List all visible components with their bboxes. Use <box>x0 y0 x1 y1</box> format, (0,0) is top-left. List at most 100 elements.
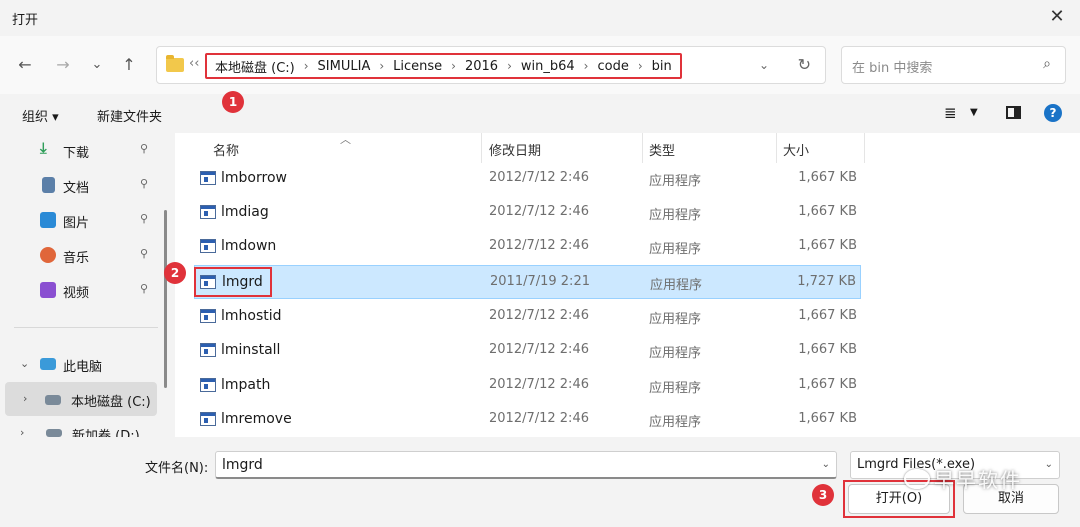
view-dropdown-icon[interactable]: ▼ <box>970 107 978 118</box>
file-date: 2012/7/12 2:46 <box>489 308 589 323</box>
table-row[interactable]: lmhostid 2012/7/12 2:46 应用程序 1,667 KB <box>194 299 861 333</box>
breadcrumb-item-c-drive[interactable]: 本地磁盘 (C:) <box>211 57 299 76</box>
application-icon <box>200 309 216 323</box>
up-arrow-icon[interactable]: ↑ <box>118 54 140 76</box>
help-icon[interactable]: ? <box>1044 104 1062 122</box>
file-name: lmdown <box>221 238 277 254</box>
breadcrumb-separator-icon[interactable]: › <box>446 59 461 73</box>
address-bar[interactable]: ‹‹ 本地磁盘 (C:) › SIMULIA › License › 2016 … <box>156 46 826 84</box>
expand-chevron-icon[interactable]: ⌄ <box>20 357 29 370</box>
column-header-type[interactable]: 类型 <box>649 133 777 163</box>
breadcrumb-item-code[interactable]: code <box>593 59 632 74</box>
file-date: 2012/7/12 2:46 <box>489 170 589 185</box>
table-row[interactable]: lmborrow 2012/7/12 2:46 应用程序 1,667 KB <box>194 161 861 195</box>
expand-chevron-icon[interactable]: › <box>20 426 24 437</box>
table-row[interactable]: lmdiag 2012/7/12 2:46 应用程序 1,667 KB <box>194 195 861 229</box>
download-icon: ⤓ <box>40 139 47 157</box>
breadcrumb-item-simulia[interactable]: SIMULIA <box>314 59 375 74</box>
pin-icon[interactable]: ⚲ <box>140 282 148 295</box>
file-type: 应用程序 <box>649 174 702 189</box>
watermark: 早早软件 <box>934 468 1022 492</box>
file-list: ︿ 名称 修改日期 类型 大小 lmborrow 2012/7/12 2:46 … <box>175 133 1080 437</box>
column-header-modified[interactable]: 修改日期 <box>489 133 643 163</box>
file-date: 2012/7/12 2:46 <box>489 238 589 253</box>
breadcrumb-separator-icon[interactable]: › <box>374 59 389 73</box>
file-type: 应用程序 <box>649 346 702 361</box>
address-dropdown-chevron-icon[interactable]: ⌄ <box>759 58 769 72</box>
pin-icon[interactable]: ⚲ <box>140 142 148 155</box>
pin-icon[interactable]: ⚲ <box>140 212 148 225</box>
drive-icon <box>45 395 61 405</box>
sidebar-item-label: 文档 <box>63 181 90 196</box>
file-size: 1,667 KB <box>798 238 857 253</box>
search-input[interactable]: 在 bin 中搜索 <box>852 57 932 76</box>
sidebar-scrollbar[interactable] <box>164 210 167 388</box>
overflow-chevron-icon[interactable]: ‹‹ <box>189 56 199 71</box>
step-badge-2: 2 <box>164 262 186 284</box>
breadcrumb-separator-icon[interactable]: › <box>579 59 594 73</box>
filename-label: 文件名(N): <box>145 461 209 476</box>
breadcrumb-item-bin[interactable]: bin <box>648 59 676 74</box>
toolbar: 组织 ▾ 新建文件夹 ≣ ▼ ? <box>0 96 1080 132</box>
filter-dropdown-icon[interactable]: ⌄ <box>1045 459 1053 470</box>
address-row: ← → ⌄ ↑ ‹‹ 本地磁盘 (C:) › SIMULIA › License… <box>0 36 1080 94</box>
highlight-box-selected-file <box>194 267 272 297</box>
file-type: 应用程序 <box>650 278 703 293</box>
sidebar-divider <box>14 327 158 328</box>
filename-value[interactable]: lmgrd <box>222 457 263 473</box>
column-header-size[interactable]: 大小 <box>783 133 865 163</box>
refresh-icon[interactable]: ↻ <box>798 55 811 74</box>
sidebar-item-label: 此电脑 <box>63 360 103 375</box>
back-arrow-icon[interactable]: ← <box>14 54 36 76</box>
column-header-name[interactable]: 名称 <box>213 133 482 163</box>
breadcrumb-item-license[interactable]: License <box>389 59 446 74</box>
file-type: 应用程序 <box>649 208 702 223</box>
preview-pane-icon[interactable] <box>1006 106 1021 119</box>
sidebar-item-label: 新加卷 (D:) <box>72 429 140 437</box>
file-date: 2012/7/12 2:46 <box>489 411 589 426</box>
table-row[interactable]: lmpath 2012/7/12 2:46 应用程序 1,667 KB <box>194 368 861 402</box>
new-folder-button[interactable]: 新建文件夹 <box>97 106 162 125</box>
sidebar-item-downloads[interactable]: ⤓ 下载 ⚲ <box>0 133 160 167</box>
organize-menu-button[interactable]: 组织 ▾ <box>22 106 59 125</box>
table-row[interactable]: lminstall 2012/7/12 2:46 应用程序 1,667 KB <box>194 333 861 367</box>
close-icon[interactable]: ✕ <box>1044 4 1070 30</box>
document-icon <box>42 177 55 193</box>
filename-field[interactable]: lmgrd ⌄ <box>215 451 837 479</box>
table-row[interactable]: lmremove 2012/7/12 2:46 应用程序 1,667 KB <box>194 402 861 436</box>
sidebar-item-documents[interactable]: 文档 ⚲ <box>0 168 160 202</box>
forward-arrow-icon[interactable]: → <box>52 54 74 76</box>
file-size: 1,667 KB <box>798 342 857 357</box>
search-icon[interactable]: ⌕ <box>1043 56 1051 72</box>
sidebar-item-new-volume-d[interactable]: › 新加卷 (D:) <box>0 424 160 437</box>
pin-icon[interactable]: ⚲ <box>140 177 148 190</box>
title-bar: 打开 ✕ <box>0 0 1080 34</box>
sidebar-item-pictures[interactable]: 图片 ⚲ <box>0 203 160 237</box>
pin-icon[interactable]: ⚲ <box>140 247 148 260</box>
window-title: 打开 <box>12 13 39 28</box>
view-list-icon[interactable]: ≣ <box>944 104 957 122</box>
search-box[interactable]: 在 bin 中搜索 ⌕ <box>841 46 1066 84</box>
breadcrumb-item-win-b64[interactable]: win_b64 <box>517 59 579 74</box>
filename-dropdown-icon[interactable]: ⌄ <box>822 459 830 470</box>
recent-locations-chevron-icon[interactable]: ⌄ <box>86 54 108 76</box>
sidebar-item-this-pc[interactable]: ⌄ 此电脑 <box>0 347 160 381</box>
breadcrumb-item-2016[interactable]: 2016 <box>461 59 502 74</box>
breadcrumb-separator-icon[interactable]: › <box>633 59 648 73</box>
breadcrumb-separator-icon[interactable]: › <box>299 59 314 73</box>
breadcrumb-separator-icon[interactable]: › <box>502 59 517 73</box>
file-name: lminstall <box>221 342 281 358</box>
table-row-selected[interactable]: lmgrd 2011/7/19 2:21 应用程序 1,727 KB <box>194 265 861 299</box>
file-type: 应用程序 <box>649 312 702 327</box>
sidebar-item-label: 图片 <box>63 216 90 231</box>
file-date: 2012/7/12 2:46 <box>489 342 589 357</box>
sidebar-item-label: 视频 <box>63 286 90 301</box>
sidebar-item-label: 下载 <box>63 146 90 161</box>
file-name: lmborrow <box>221 170 287 186</box>
sidebar-item-music[interactable]: 音乐 ⚲ <box>0 238 160 272</box>
expand-chevron-icon[interactable]: › <box>23 392 27 405</box>
sidebar-item-local-disk-c[interactable]: › 本地磁盘 (C:) <box>5 382 157 416</box>
table-row[interactable]: lmdown 2012/7/12 2:46 应用程序 1,667 KB <box>194 229 861 263</box>
sidebar-item-videos[interactable]: 视频 ⚲ <box>0 273 160 307</box>
file-name: lmdiag <box>221 204 269 220</box>
